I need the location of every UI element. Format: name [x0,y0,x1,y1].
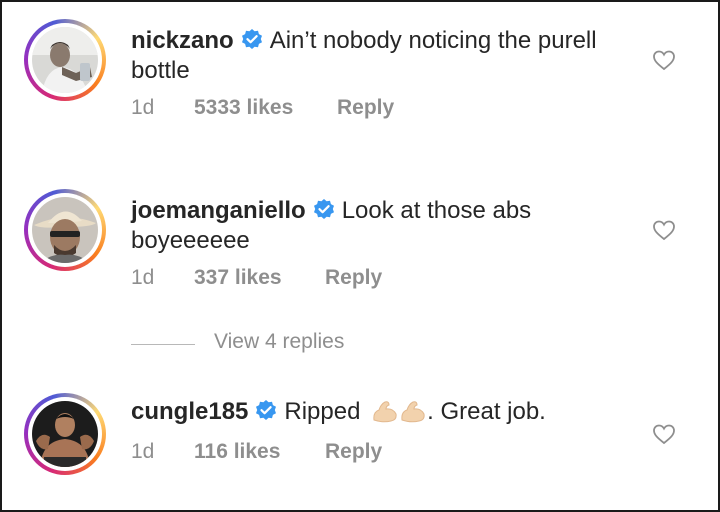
verified-badge-icon [254,399,278,423]
avatar-story-ring[interactable] [24,19,106,101]
reply-button[interactable]: Reply [325,440,382,464]
avatar-story-ring[interactable] [24,393,106,475]
avatar-joemanganiello [32,197,98,263]
comment-text: cungle185 Ripped . Great job. [131,397,631,427]
comment-body-line2: bottle [131,57,190,84]
comment-text: joemanganiello Look at those abs boyeeeee… [131,196,631,256]
verified-badge-icon [240,28,264,52]
comment-body-line1: Ain’t nobody noticing the purell [269,27,597,54]
like-heart-icon[interactable] [652,48,676,72]
comment-username[interactable]: cungle185 [131,398,248,425]
like-heart-icon[interactable] [652,218,676,242]
comment-time: 1d [131,96,155,119]
likes-count[interactable]: 337 likes [194,266,282,290]
comment-username[interactable]: nickzano [131,27,234,54]
likes-count[interactable]: 116 likes [194,440,280,464]
avatar-ring-gap [28,23,102,97]
comment-time: 1d [131,266,155,289]
comment-username[interactable]: joemanganiello [131,197,306,224]
comment-body-before-emoji: Ripped [284,398,361,425]
avatar-nickzano [32,27,98,93]
likes-count[interactable]: 5333 likes [194,96,293,120]
reply-button[interactable]: Reply [325,266,382,290]
verified-badge-icon [312,198,336,222]
replies-divider-line [131,344,195,345]
like-heart-icon[interactable] [652,422,676,446]
reply-button[interactable]: Reply [337,96,394,120]
view-replies-label[interactable]: View 4 replies [214,330,344,354]
flexed-biceps-icon [399,398,427,424]
avatar-ring-gap [28,193,102,267]
comment-body-after-emoji: . Great job. [427,398,546,425]
comment-body-line2: boyeeeeee [131,227,250,254]
flexed-biceps-icon [371,398,399,424]
avatar-story-ring[interactable] [24,189,106,271]
comment-time: 1d [131,440,155,463]
avatar-cungle185 [32,401,98,467]
comment-text: nickzano Ain’t nobody noticing the purell… [131,26,631,86]
comment-body-line1: Look at those abs [341,197,532,224]
avatar-ring-gap [28,397,102,471]
